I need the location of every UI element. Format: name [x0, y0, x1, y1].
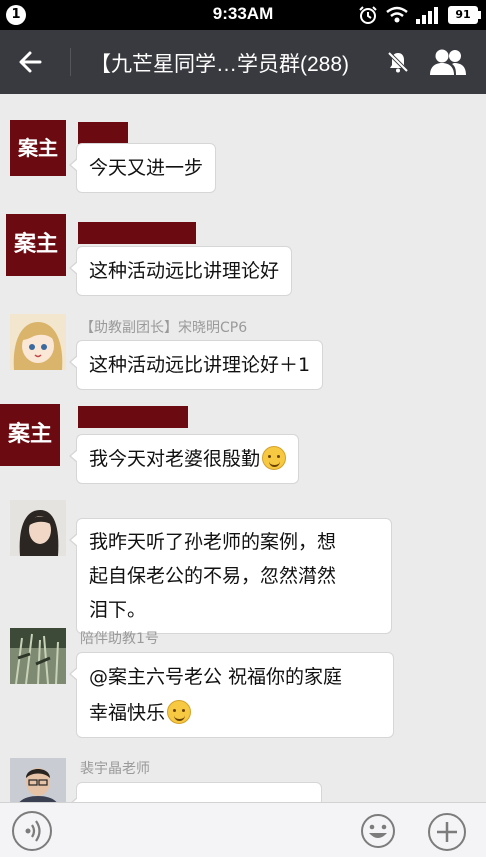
- mute-icon: [387, 51, 409, 73]
- chat-input-bar: [0, 802, 486, 857]
- sender-name-redacted: [78, 222, 196, 244]
- message-bubble[interactable]: 我昨天听了孙老师的案例，想 起自保老公的不易，忽然潸然 泪下。: [69, 518, 392, 634]
- sender-name: 裴宇晶老师: [80, 761, 150, 777]
- sender-name-redacted: [78, 122, 128, 144]
- avatar[interactable]: 案主: [10, 120, 66, 176]
- avatar[interactable]: 案主: [0, 404, 60, 466]
- alarm-icon: [359, 6, 377, 24]
- avatar-man-photo[interactable]: [10, 758, 66, 802]
- message-bubble[interactable]: @案主六号老公 祝福你的家庭 幸福快乐: [69, 652, 394, 738]
- chat-title: 【九芒星同学…学员群(288): [90, 53, 350, 76]
- message-bubble[interactable]: [69, 782, 322, 802]
- message-text-line: 幸福快乐: [89, 695, 381, 731]
- message-text-line: @案主六号老公 祝福你的家庭: [89, 666, 343, 688]
- avatar-plant-photo[interactable]: [10, 628, 66, 684]
- voice-icon: [25, 820, 41, 842]
- plus-icon: [437, 822, 457, 842]
- message-text-line: 泪下。: [89, 599, 147, 621]
- group-members-icon[interactable]: [428, 47, 468, 77]
- emoji-icon[interactable]: [360, 813, 396, 849]
- message-bubble[interactable]: 这种活动远比讲理论好＋1: [68, 340, 324, 390]
- message-bubble[interactable]: 我今天对老婆很殷勤: [68, 434, 300, 484]
- voice-button[interactable]: [12, 811, 52, 851]
- message-bubble[interactable]: 今天又进一步: [68, 143, 217, 193]
- avatar-anime-girl[interactable]: [10, 314, 66, 370]
- chat-header: 【九芒星同学…学员群(288): [0, 30, 486, 94]
- status-icons: 91: [358, 4, 481, 26]
- header-divider: [70, 48, 71, 76]
- status-bar: 1 9:33AM 91: [0, 0, 486, 30]
- sender-name: 【助教副团长】宋晓明CP6: [80, 320, 248, 336]
- back-arrow-icon[interactable]: [14, 44, 50, 80]
- signal-icon: [416, 7, 438, 24]
- smile-emoji-icon: [262, 446, 287, 470]
- message-bubble[interactable]: 这种活动远比讲理论好: [68, 246, 293, 296]
- wifi-icon: [386, 6, 408, 23]
- sender-name-redacted: [78, 406, 188, 428]
- smile-emoji-icon: [167, 700, 192, 724]
- message-text-line: 起自保老公的不易，忽然潸然: [89, 565, 337, 587]
- avatar-woman-photo[interactable]: [10, 500, 66, 556]
- plus-button[interactable]: [428, 813, 466, 851]
- chat-message-list[interactable]: 案主 今天又进一步 案主 这种活动远比讲理论好 【助教副团长】宋晓明CP6 这种…: [0, 94, 486, 802]
- avatar[interactable]: 案主: [6, 214, 66, 276]
- message-text-line: 我昨天听了孙老师的案例，想: [89, 531, 337, 553]
- message-text: 我今天对老婆很殷勤: [89, 448, 261, 470]
- battery-indicator: 91: [448, 6, 481, 24]
- sender-name: 陪伴助教1号: [80, 631, 159, 647]
